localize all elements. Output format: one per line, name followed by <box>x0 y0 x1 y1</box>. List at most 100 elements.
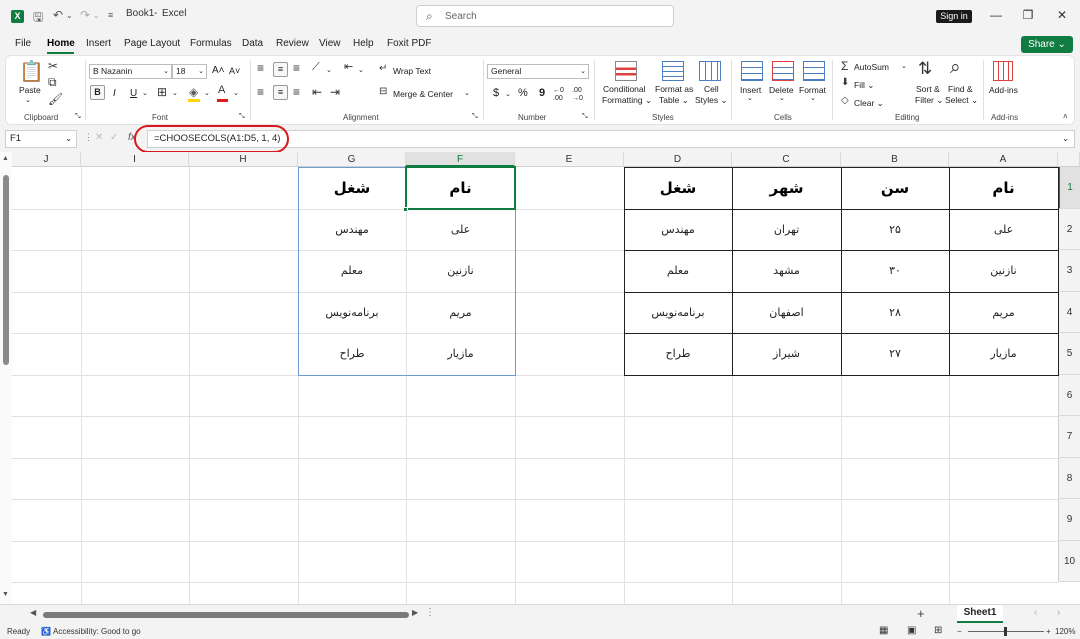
row-header-7[interactable]: 7 <box>1058 416 1080 458</box>
autosum-button[interactable]: AutoSum <box>854 62 889 72</box>
wrap-text-icon[interactable]: ↵ <box>379 64 387 74</box>
row-header-6[interactable]: 6 <box>1058 375 1080 416</box>
cell-b1[interactable]: سن <box>841 167 949 209</box>
rtl-direction-icon[interactable]: ⇤ <box>344 62 353 73</box>
number-format-dropdown[interactable]: General ⌄ <box>487 64 589 79</box>
cell-f2[interactable]: علی <box>406 209 515 250</box>
expand-formula-bar-icon[interactable]: ⌄ <box>1062 131 1069 147</box>
tab-formulas[interactable]: Formulas <box>190 38 232 49</box>
scroll-right-icon[interactable]: ▶ <box>412 609 418 617</box>
cell-styles-icon[interactable] <box>699 61 721 81</box>
column-header-g[interactable]: G <box>298 152 406 167</box>
column-header-c[interactable]: C <box>732 152 841 167</box>
paste-label[interactable]: Paste <box>19 85 41 95</box>
zoom-level[interactable]: 120% <box>1055 627 1075 636</box>
tab-file[interactable]: File <box>15 38 31 49</box>
comma-style-button[interactable]: 9 <box>539 87 545 99</box>
cell-d4[interactable]: برنامه‌نویس <box>624 292 732 333</box>
clear-button[interactable]: Clear ⌄ <box>854 98 884 109</box>
page-layout-view-icon[interactable]: ▣ <box>907 625 916 636</box>
column-header-a[interactable]: A <box>949 152 1058 167</box>
tab-data[interactable]: Data <box>242 38 263 49</box>
row-header-4[interactable]: 4 <box>1058 292 1080 333</box>
tab-review[interactable]: Review <box>276 38 309 49</box>
vertical-scroll-thumb[interactable] <box>3 175 9 365</box>
fill-icon[interactable]: ⬇ <box>841 78 849 88</box>
paste-dropdown-icon[interactable]: ⌄ <box>25 96 31 104</box>
currency-button[interactable]: $ <box>493 87 499 99</box>
shrink-font-button[interactable]: A˅ <box>229 66 240 76</box>
font-color-icon[interactable]: A <box>218 85 225 96</box>
save-icon[interactable]: 🖫 <box>33 8 43 29</box>
alignment-launcher-icon[interactable]: ⤡ <box>472 113 478 120</box>
collapse-ribbon-icon[interactable]: ˄ <box>1063 113 1068 121</box>
column-header-j[interactable]: J <box>12 152 81 167</box>
cell-f3[interactable]: نازنین <box>406 250 515 292</box>
underline-button[interactable]: U <box>130 88 137 99</box>
align-middle-icon[interactable]: ≡ <box>273 62 288 77</box>
font-launcher-icon[interactable]: ⤡ <box>239 113 245 120</box>
cancel-icon[interactable]: ✕ <box>95 133 103 143</box>
cell-b5[interactable]: ۲۷ <box>841 333 949 375</box>
zoom-in-icon[interactable]: + <box>1046 627 1051 636</box>
column-header-e[interactable]: E <box>515 152 624 167</box>
prev-sheet-icon[interactable]: ‹ <box>1034 608 1037 618</box>
tab-help[interactable]: Help <box>353 38 374 49</box>
direction-dropdown-icon[interactable]: ⌄ <box>358 66 364 74</box>
enter-icon[interactable]: ✓ <box>110 133 118 143</box>
conditional-formatting-label-1[interactable]: Conditional <box>603 84 646 94</box>
cell-c5[interactable]: شیراز <box>732 333 841 375</box>
format-dropdown-icon[interactable]: ⌄ <box>810 94 816 102</box>
grow-font-button[interactable]: A˄ <box>212 65 225 76</box>
accessibility-status[interactable]: Accessibility: Good to go <box>53 627 141 636</box>
cell-styles-label-2[interactable]: Styles ⌄ <box>695 95 728 106</box>
page-break-view-icon[interactable]: ⊞ <box>934 625 942 636</box>
font-color-dropdown-icon[interactable]: ⌄ <box>233 89 239 97</box>
cell-g4[interactable]: برنامه‌نویس <box>298 292 406 333</box>
cell-c3[interactable]: مشهد <box>732 250 841 292</box>
cell-a3[interactable]: نازنین <box>949 250 1058 292</box>
autosum-dropdown-icon[interactable]: ⌄ <box>901 62 907 70</box>
find-select-icon[interactable]: ⌕ <box>950 58 961 77</box>
row-header-10[interactable]: 10 <box>1058 541 1080 582</box>
fill-button[interactable]: Fill ⌄ <box>854 80 874 91</box>
cell-b3[interactable]: ۳۰ <box>841 250 949 292</box>
decrease-indent-icon[interactable]: ⇤ <box>312 86 322 98</box>
column-header-i[interactable]: I <box>81 152 189 167</box>
scroll-left-icon[interactable]: ◀ <box>30 609 36 617</box>
zoom-slider-thumb[interactable] <box>1004 627 1007 636</box>
insert-cells-icon[interactable] <box>741 61 763 81</box>
active-cell-selection[interactable] <box>405 166 516 210</box>
column-header-f[interactable]: F <box>406 152 515 167</box>
format-cells-icon[interactable] <box>803 61 825 81</box>
row-header-1[interactable]: 1 <box>1058 167 1080 209</box>
borders-dropdown-icon[interactable]: ⌄ <box>172 89 178 97</box>
more-options-icon[interactable]: ⋮ <box>84 133 93 142</box>
cell-d5[interactable]: طراح <box>624 333 732 375</box>
row-header-3[interactable]: 3 <box>1058 250 1080 292</box>
horizontal-scroll-thumb[interactable] <box>43 612 409 618</box>
customize-toolbar-icon[interactable]: ≡ <box>108 10 113 20</box>
row-header-2[interactable]: 2 <box>1058 209 1080 250</box>
tab-view[interactable]: View <box>319 38 341 49</box>
wrap-text-button[interactable]: Wrap Text <box>393 66 431 76</box>
add-ins-icon[interactable] <box>993 61 1013 81</box>
insert-dropdown-icon[interactable]: ⌄ <box>747 94 753 102</box>
sort-filter-icon[interactable]: ⇅ <box>918 60 932 77</box>
share-button[interactable]: Share ⌄ <box>1021 36 1073 53</box>
sort-filter-label-1[interactable]: Sort & <box>916 84 940 94</box>
tab-home[interactable]: Home <box>47 38 75 49</box>
eraser-icon[interactable]: ◇ <box>841 96 849 106</box>
next-sheet-icon[interactable]: › <box>1057 608 1060 618</box>
column-header-h[interactable]: H <box>189 152 298 167</box>
copy-icon[interactable]: ⧉ <box>48 76 57 88</box>
sign-in-button[interactable]: Sign in <box>936 10 972 23</box>
currency-dropdown-icon[interactable]: ⌄ <box>505 90 511 98</box>
format-as-table-icon[interactable] <box>662 61 684 81</box>
name-box[interactable]: F1 ⌄ <box>5 130 77 148</box>
align-left-icon[interactable]: ≡ <box>257 86 264 98</box>
merge-center-icon[interactable]: ⊟ <box>379 87 387 97</box>
orientation-dropdown-icon[interactable]: ⌄ <box>326 66 332 74</box>
align-right-icon[interactable]: ≡ <box>293 86 300 98</box>
align-center-icon[interactable]: ≡ <box>273 85 288 100</box>
